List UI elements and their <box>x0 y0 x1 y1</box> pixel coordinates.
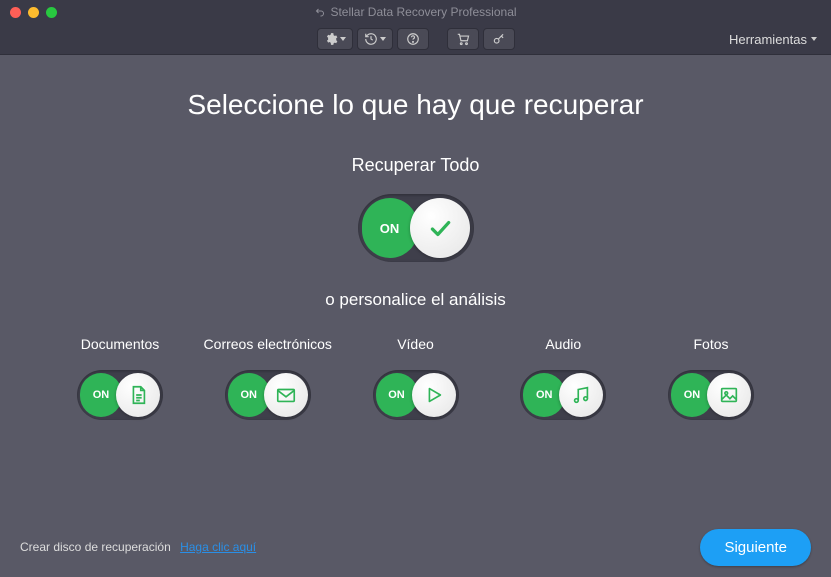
toggle-knob <box>116 373 160 417</box>
window-controls <box>10 7 57 18</box>
history-icon <box>364 32 378 46</box>
category-video: Vídeo ON <box>346 336 486 420</box>
footer: Crear disco de recuperación Haga clic aq… <box>0 517 831 577</box>
cart-icon <box>455 32 471 46</box>
settings-button[interactable] <box>317 28 353 50</box>
category-label: Vídeo <box>346 336 486 352</box>
photos-toggle[interactable]: ON <box>668 370 754 420</box>
recover-all-toggle[interactable]: ON <box>358 194 474 262</box>
toolbar: Herramientas <box>0 24 831 55</box>
category-audio: Audio ON <box>493 336 633 420</box>
mail-icon <box>275 384 297 406</box>
tools-menu[interactable]: Herramientas <box>729 32 817 47</box>
help-icon <box>406 32 420 46</box>
category-label: Documentos <box>50 336 190 352</box>
play-icon <box>423 384 445 406</box>
tools-menu-label: Herramientas <box>729 32 807 47</box>
toggle-knob <box>264 373 308 417</box>
image-icon <box>718 384 740 406</box>
titlebar: Stellar Data Recovery Professional <box>0 0 831 24</box>
documents-toggle[interactable]: ON <box>77 370 163 420</box>
category-label: Correos electrónicos <box>198 336 338 352</box>
emails-toggle[interactable]: ON <box>225 370 311 420</box>
document-icon <box>127 384 149 406</box>
toggle-knob <box>412 373 456 417</box>
chevron-down-icon <box>340 37 346 41</box>
next-button[interactable]: Siguiente <box>700 529 811 566</box>
toggle-knob <box>707 373 751 417</box>
toggle-knob <box>410 198 470 258</box>
page-title: Seleccione lo que hay que recuperar <box>30 89 801 121</box>
close-window-button[interactable] <box>10 7 21 18</box>
chevron-down-icon <box>380 37 386 41</box>
recovery-disk-text: Crear disco de recuperación Haga clic aq… <box>20 540 256 554</box>
toggle-knob <box>559 373 603 417</box>
recovery-disk-label: Crear disco de recuperación <box>20 540 171 554</box>
gear-icon <box>324 32 338 46</box>
window-title: Stellar Data Recovery Professional <box>0 5 831 19</box>
zoom-window-button[interactable] <box>46 7 57 18</box>
check-icon <box>427 215 453 241</box>
category-emails: Correos electrónicos ON <box>198 336 338 420</box>
cart-button[interactable] <box>447 28 479 50</box>
recover-all-label: Recuperar Todo <box>30 155 801 176</box>
category-label: Fotos <box>641 336 781 352</box>
category-photos: Fotos ON <box>641 336 781 420</box>
recovery-disk-link[interactable]: Haga clic aquí <box>180 540 256 554</box>
help-button[interactable] <box>397 28 429 50</box>
key-icon <box>491 32 507 46</box>
category-row: Documentos ON Correos electrónicos ON Ví… <box>30 336 801 420</box>
customize-label: o personalice el análisis <box>30 290 801 310</box>
audio-toggle[interactable]: ON <box>520 370 606 420</box>
chevron-down-icon <box>811 37 817 41</box>
category-documents: Documentos ON <box>50 336 190 420</box>
video-toggle[interactable]: ON <box>373 370 459 420</box>
key-button[interactable] <box>483 28 515 50</box>
minimize-window-button[interactable] <box>28 7 39 18</box>
music-icon <box>570 384 592 406</box>
category-label: Audio <box>493 336 633 352</box>
main-content: Seleccione lo que hay que recuperar Recu… <box>0 55 831 420</box>
history-button[interactable] <box>357 28 393 50</box>
